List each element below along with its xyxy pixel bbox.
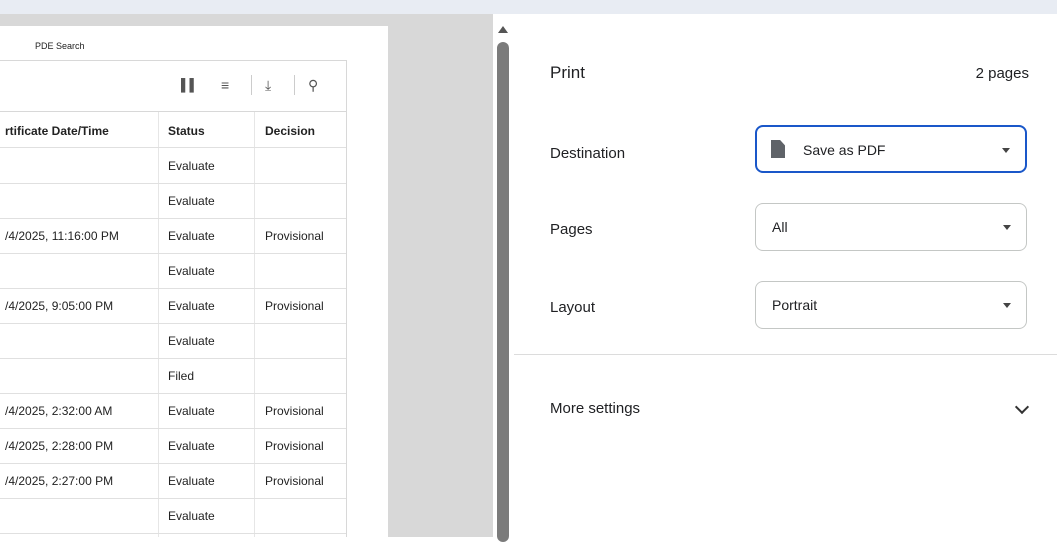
table-header-row: rtificate Date/Time Status Decision [0,112,346,148]
toolbar-divider [251,75,252,95]
table-cell: Evaluate [168,229,215,243]
table-cell: Provisional [265,404,324,418]
table-cell: Evaluate [168,334,215,348]
table-cell: /4/2025, 2:27:00 PM [5,474,114,488]
table-cell: Filed [168,369,195,383]
table-cell: /4/2025, 2:28:00 PM [5,439,114,453]
print-settings-panel: Print 2 pages Destination Save as PDF Pa… [514,14,1057,537]
filter-icon: ≡ [221,77,230,93]
layout-label: Layout [550,299,596,316]
section-divider [514,354,1057,355]
pages-label: Pages [550,221,593,238]
table-row: Evaluate [0,183,346,219]
table-row: Evaluate [0,498,346,534]
top-strip [0,0,1057,14]
table-row: Evaluate [0,323,346,359]
table-row: /4/2025, 11:16:00 PM Evaluate Provisional [0,218,346,254]
preview-table: ▌▌ ≡ ⤓ ⚲ rtificate Date/Time Status Deci… [0,60,347,537]
table-row: /4/2025, 9:05:00 PM Evaluate Provisional [0,288,346,324]
column-header: Decision [265,124,316,138]
column-header: rtificate Date/Time [5,124,109,138]
table-cell: Evaluate [168,264,215,278]
destination-value: Save as PDF [803,142,886,158]
scrollbar-thumb[interactable] [497,42,509,542]
pages-value: All [772,219,788,235]
dropdown-caret-icon [1002,148,1010,153]
table-row: /4/2025, 2:28:00 PM Evaluate Provisional [0,428,346,464]
table-cell: Evaluate [168,439,215,453]
table-cell: Evaluate [168,159,215,173]
preview-page: PDE Search ▌▌ ≡ ⤓ ⚲ rtificate Date/Time … [0,26,388,537]
chevron-down-icon[interactable] [1014,399,1030,415]
table-toolbar: ▌▌ ≡ ⤓ ⚲ [0,61,346,112]
table-cell: Provisional [265,474,324,488]
toolbar-divider [294,75,295,95]
document-icon [771,140,785,158]
destination-label: Destination [550,145,626,162]
table-cell: Evaluate [168,404,215,418]
destination-select[interactable]: Save as PDF [755,125,1027,173]
table-cell: /4/2025, 9:05:00 PM [5,299,114,313]
dropdown-caret-icon [1003,303,1011,308]
more-settings-toggle[interactable]: More settings [550,400,640,417]
table-cell: /4/2025, 11:16:00 PM [5,229,119,243]
table-row: Evaluate [0,253,346,289]
page-count: 2 pages [975,65,1029,82]
table-cell: Evaluate [168,474,215,488]
table-cell: Evaluate [168,509,215,523]
layout-select[interactable]: Portrait [755,281,1027,329]
scroll-up-arrow-icon[interactable] [498,26,508,33]
table-row: Filed [0,358,346,394]
table-cell: Provisional [265,299,324,313]
preview-page-title: PDE Search [35,41,85,51]
dropdown-caret-icon [1003,225,1011,230]
table-cell: Evaluate [168,194,215,208]
column-header: Status [168,124,205,138]
search-icon: ⚲ [308,77,319,93]
table-cell: Provisional [265,439,324,453]
download-icon: ⤓ [265,77,272,93]
table-row: /4/2025, 2:27:00 PM Evaluate Provisional [0,463,346,499]
layout-value: Portrait [772,297,818,313]
table-row: /4/2025, 2:32:00 AM Evaluate Provisional [0,393,346,429]
columns-icon: ▌▌ [181,78,199,92]
table-row: Evaluate [0,148,346,184]
print-title: Print [550,63,585,82]
table-cell: Provisional [265,229,324,243]
table-cell: Evaluate [168,299,215,313]
table-cell: /4/2025, 2:32:00 AM [5,404,113,418]
pages-select[interactable]: All [755,203,1027,251]
